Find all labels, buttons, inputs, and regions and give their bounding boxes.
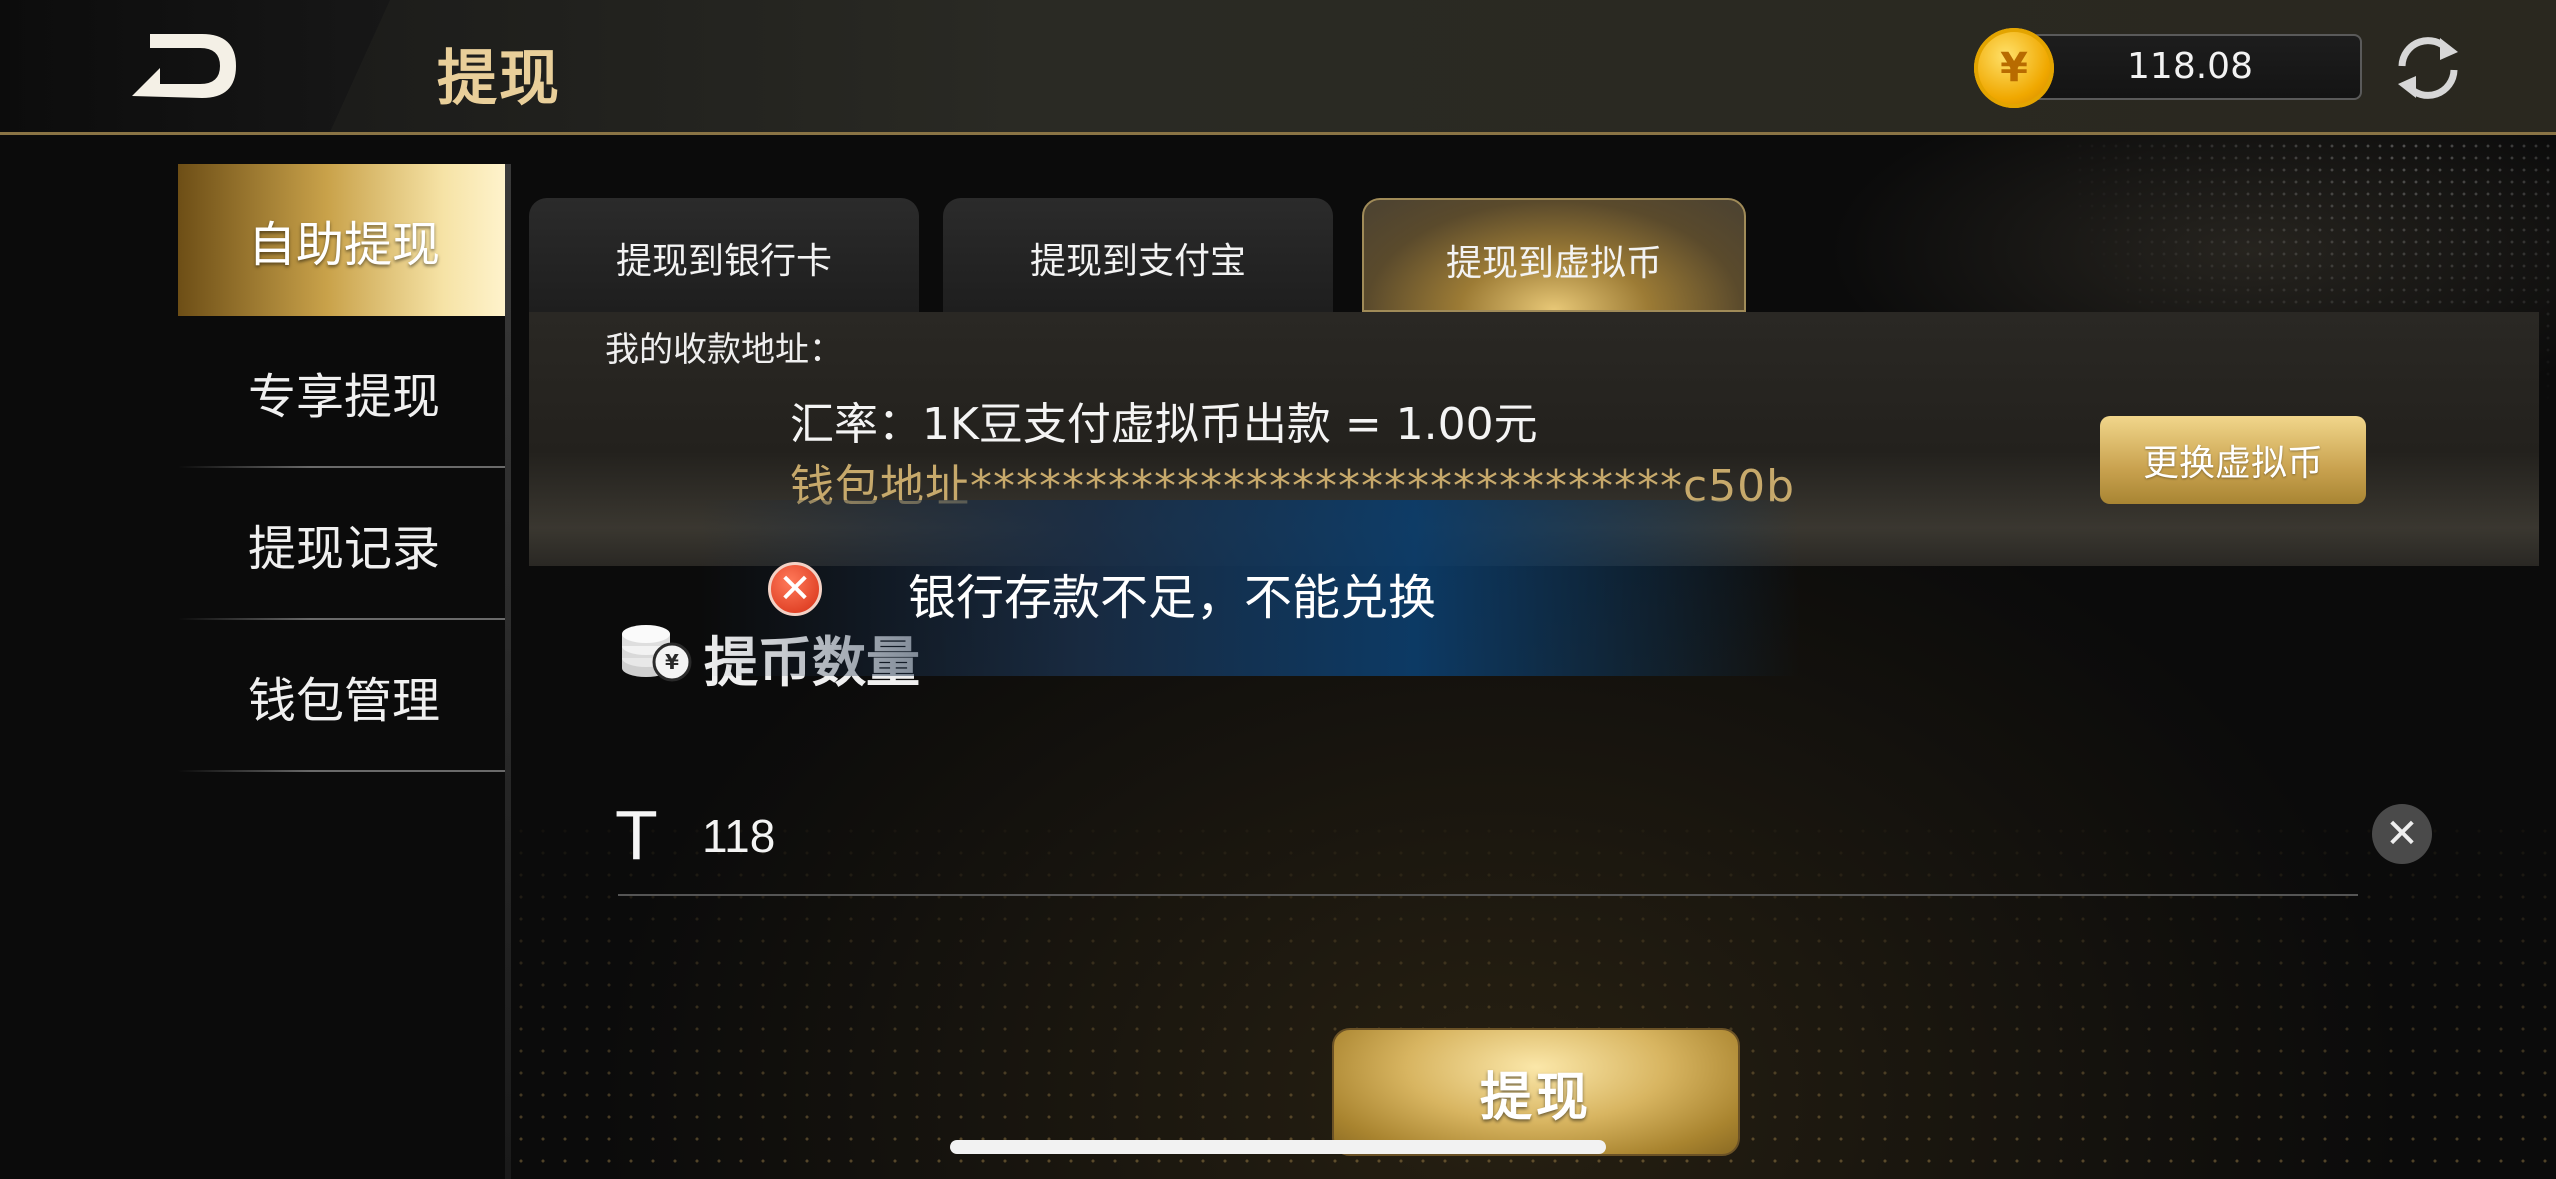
sidebar-separator <box>505 164 511 1179</box>
coin-icon: ¥ <box>1974 28 2054 108</box>
sidebar-item-label: 专享提现 <box>247 369 440 425</box>
sidebar-item-withdraw-records[interactable]: 提现记录 <box>178 468 510 620</box>
address-label: 我的收款地址： <box>605 330 843 370</box>
balance-value: 118.08 <box>2127 46 2253 87</box>
input-underline <box>618 894 2358 896</box>
error-message: 银行存款不足，不能兑换 <box>908 570 1437 626</box>
sidebar-item-exclusive-withdraw[interactable]: 专享提现 <box>178 316 510 468</box>
refresh-icon <box>2398 37 2458 99</box>
sidebar-item-label: 提现记录 <box>247 521 440 577</box>
sidebar-item-label: 钱包管理 <box>247 673 440 729</box>
sidebar-item-label: 自助提现 <box>247 217 440 273</box>
tab-bank-card[interactable]: 提现到银行卡 <box>529 198 919 312</box>
amount-input[interactable] <box>700 800 2344 872</box>
tab-label: 提现到支付宝 <box>1029 241 1246 282</box>
withdraw-page: 提现 118.08 ¥ 自助提现 专享提现 提现记录 钱包管理 提现到银行卡 提… <box>0 0 2556 1179</box>
coins-stack-icon: ¥ <box>618 618 692 682</box>
back-button[interactable] <box>120 26 240 106</box>
refresh-button[interactable] <box>2390 30 2466 106</box>
sidebar-item-wallet-management[interactable]: 钱包管理 <box>178 620 510 772</box>
svg-text:¥: ¥ <box>665 650 679 674</box>
sidebar-item-self-withdraw[interactable]: 自助提现 <box>178 164 510 316</box>
tab-alipay[interactable]: 提现到支付宝 <box>943 198 1333 312</box>
change-currency-button[interactable]: 更换虚拟币 <box>2100 416 2366 504</box>
back-icon <box>132 34 236 98</box>
error-icon: ✕ <box>768 562 822 616</box>
tab-label: 提现到银行卡 <box>615 241 832 282</box>
currency-prefix: T <box>615 796 658 874</box>
clear-input-button[interactable]: ✕ <box>2372 804 2432 864</box>
tab-label: 提现到虚拟币 <box>1445 243 1662 284</box>
divider <box>178 770 510 772</box>
close-icon: ✕ <box>2385 811 2419 857</box>
exchange-rate: 汇率：1K豆支付虚拟币出款 = 1.00元 <box>790 399 1538 450</box>
home-indicator[interactable] <box>950 1140 1606 1154</box>
tab-virtual-currency[interactable]: 提现到虚拟币 <box>1362 198 1746 312</box>
sidebar: 自助提现 专享提现 提现记录 钱包管理 <box>178 164 510 1179</box>
withdraw-submit-button[interactable]: 提现 <box>1332 1028 1740 1156</box>
page-title: 提现 <box>437 44 561 114</box>
